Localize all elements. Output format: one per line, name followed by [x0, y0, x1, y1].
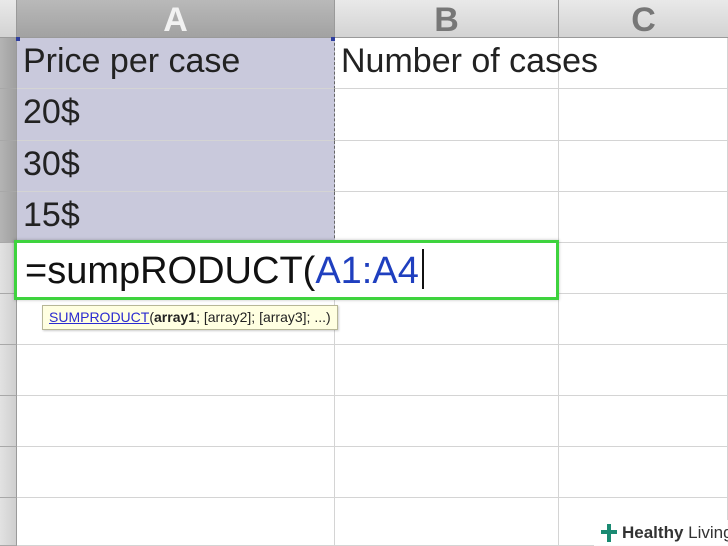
function-hint-tooltip: SUMPRODUCT(array1; [array2]; [array3]; .… — [42, 305, 338, 330]
cell-a10[interactable] — [17, 498, 335, 546]
row-header-2[interactable] — [0, 89, 17, 141]
cell-c3[interactable] — [559, 141, 728, 192]
cell-c7[interactable] — [559, 345, 728, 396]
cell-b10[interactable] — [335, 498, 559, 546]
cell-c2[interactable] — [559, 89, 728, 141]
row-header-1[interactable] — [0, 38, 17, 89]
cell-c8[interactable] — [559, 396, 728, 447]
row-header-7[interactable] — [0, 345, 17, 396]
row-header-10[interactable] — [0, 498, 17, 546]
cell-a8[interactable] — [17, 396, 335, 447]
cell-c5[interactable] — [559, 243, 728, 294]
tooltip-current-arg: array1 — [154, 309, 197, 325]
cell-c1[interactable] — [559, 38, 728, 89]
cell-b4[interactable] — [335, 192, 559, 243]
cell-a7[interactable] — [17, 345, 335, 396]
watermark-bold: Healthy — [622, 523, 684, 542]
cell-b3[interactable] — [335, 141, 559, 192]
function-help-link[interactable]: SUMPRODUCT — [49, 309, 149, 325]
row-header-6[interactable] — [0, 294, 17, 345]
column-header-a[interactable]: A — [17, 0, 335, 39]
cell-a4[interactable]: 15$ — [17, 192, 335, 243]
cell-c9[interactable] — [559, 447, 728, 498]
cell-b9[interactable] — [335, 447, 559, 498]
cell-c4[interactable] — [559, 192, 728, 243]
column-header-c[interactable]: C — [559, 0, 728, 39]
cell-a9[interactable] — [17, 447, 335, 498]
corner-cell[interactable] — [0, 0, 17, 38]
plus-cross-logo-icon — [601, 524, 617, 542]
row-header-4[interactable] — [0, 192, 17, 243]
cell-a3[interactable]: 30$ — [17, 141, 335, 192]
cell-b8[interactable] — [335, 396, 559, 447]
row-header-9[interactable] — [0, 447, 17, 498]
row-header-8[interactable] — [0, 396, 17, 447]
cell-formula-editor[interactable]: =sumpRODUCT(A1:A4 — [14, 240, 559, 300]
cell-a1[interactable]: Price per case — [17, 38, 335, 89]
range-handle-top-right[interactable] — [331, 37, 335, 41]
text-caret — [421, 249, 424, 289]
cell-b2[interactable] — [335, 89, 559, 141]
range-handle-top-left[interactable] — [16, 37, 20, 41]
cell-b6[interactable] — [335, 294, 559, 345]
watermark-regular: Living — [683, 523, 728, 542]
cell-b1[interactable]: Number of cases — [335, 38, 598, 89]
tooltip-remaining-args: ; [array2]; [array3]; ...) — [196, 309, 331, 325]
formula-text[interactable]: =sumpRODUCT(A1:A4 — [25, 248, 424, 294]
column-header-b[interactable]: B — [335, 0, 559, 39]
cell-c6[interactable] — [559, 294, 728, 345]
formula-range-reference: A1:A4 — [315, 250, 419, 292]
watermark: Healthy Living — [594, 520, 728, 546]
cell-b7[interactable] — [335, 345, 559, 396]
row-header-3[interactable] — [0, 141, 17, 192]
cell-a2[interactable]: 20$ — [17, 89, 335, 141]
formula-prefix: =sumpRODUCT( — [25, 250, 316, 292]
